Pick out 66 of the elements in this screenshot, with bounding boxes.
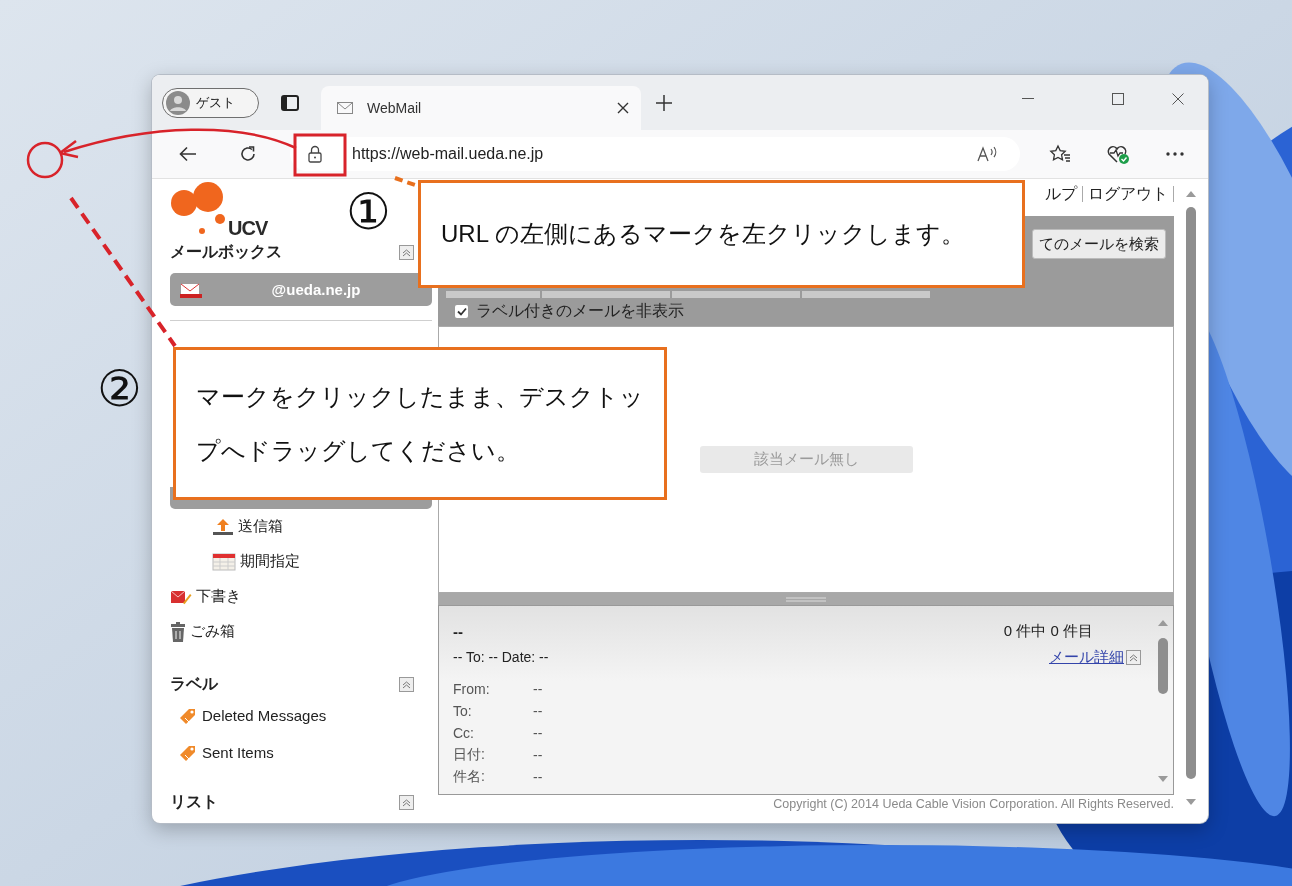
empty-message: 該当メール無し: [699, 446, 913, 473]
collapse-icon[interactable]: [399, 244, 414, 260]
address-field[interactable]: https://web-mail.ueda.ne.jp: [290, 137, 1020, 171]
field-value: --: [533, 769, 543, 785]
search-button[interactable]: てのメールを検索: [1032, 229, 1166, 259]
mail-icon: [337, 102, 353, 114]
refresh-icon[interactable]: [239, 145, 257, 163]
section-heading: メールボックス: [170, 241, 282, 262]
favorites-icon[interactable]: [1049, 144, 1071, 164]
folder-item[interactable]: 期間指定: [212, 544, 300, 579]
field-label: 日付:: [453, 746, 486, 764]
profile-button[interactable]: ゲスト: [162, 87, 259, 118]
section-heading: ラベル: [170, 673, 218, 694]
new-tab-icon[interactable]: [655, 93, 673, 112]
field-label: 件名:: [453, 768, 486, 786]
back-icon[interactable]: [179, 146, 197, 162]
field-label: From:: [453, 681, 491, 697]
read-aloud-icon[interactable]: [976, 145, 998, 163]
checkbox[interactable]: [455, 305, 468, 318]
close-icon[interactable]: [617, 102, 629, 114]
step-number: ②: [97, 361, 142, 417]
health-icon[interactable]: [1106, 143, 1130, 165]
close-icon[interactable]: [1172, 93, 1184, 105]
draft-icon: [170, 588, 192, 605]
field-value: --: [533, 703, 543, 719]
label-item[interactable]: Deleted Messages: [178, 697, 327, 734]
sidebar-toggle-icon[interactable]: [281, 94, 299, 111]
check-icon: [456, 307, 467, 316]
summary-text: -- To: -- Date: --: [453, 649, 549, 665]
calendar-icon: [212, 552, 236, 571]
header-link[interactable]: ログアウト: [1083, 186, 1174, 202]
upload-icon: [212, 517, 234, 536]
logo-text: UCV: [228, 217, 268, 239]
field-value: --: [533, 747, 543, 763]
maximize-icon[interactable]: [1112, 93, 1124, 105]
trash-icon: [170, 621, 186, 642]
field-label: To:: [453, 703, 473, 719]
label-item[interactable]: Sent Items: [178, 734, 274, 771]
field-value: --: [533, 681, 543, 697]
folder-item[interactable]: ごみ箱: [170, 614, 235, 649]
more-icon[interactable]: [1166, 152, 1184, 156]
field-value: --: [533, 725, 543, 741]
folder-item[interactable]: 下書き: [170, 579, 241, 614]
section-heading: リスト: [170, 791, 218, 812]
message-counter: 0 件中 0 件目: [1003, 621, 1093, 641]
step-number: ①: [346, 184, 391, 240]
avatar-icon: [166, 90, 190, 115]
collapse-icon[interactable]: [1126, 649, 1141, 665]
browser-tab[interactable]: WebMail: [321, 86, 641, 130]
minimize-icon[interactable]: [1022, 98, 1034, 100]
lock-icon[interactable]: [308, 145, 322, 163]
folder-item[interactable]: 送信箱: [212, 509, 283, 544]
copyright-text: Copyright (C) 2014 Ueda Cable Vision Corporation. All Rights Reserved.: [772, 797, 1174, 813]
instruction-text: URL の左側にあるマークを左クリックします。: [441, 219, 965, 249]
details-link[interactable]: メール詳細: [1049, 647, 1124, 667]
header-link[interactable]: ルプ: [1040, 186, 1083, 202]
field-label: Cc:: [453, 725, 475, 741]
grip-icon[interactable]: [786, 596, 826, 602]
collapse-icon[interactable]: [399, 794, 414, 810]
subject-text: --: [453, 622, 463, 640]
target-circle: [26, 141, 64, 179]
collapse-icon[interactable]: [399, 676, 414, 692]
highlight-box: [293, 133, 347, 177]
instruction-text: マークをクリックしたまま、デスクトップへドラッグしてください。: [196, 382, 644, 466]
checkbox-label: ラベル付きのメールを非表示: [476, 301, 684, 321]
mailbox-icon: [180, 281, 202, 298]
